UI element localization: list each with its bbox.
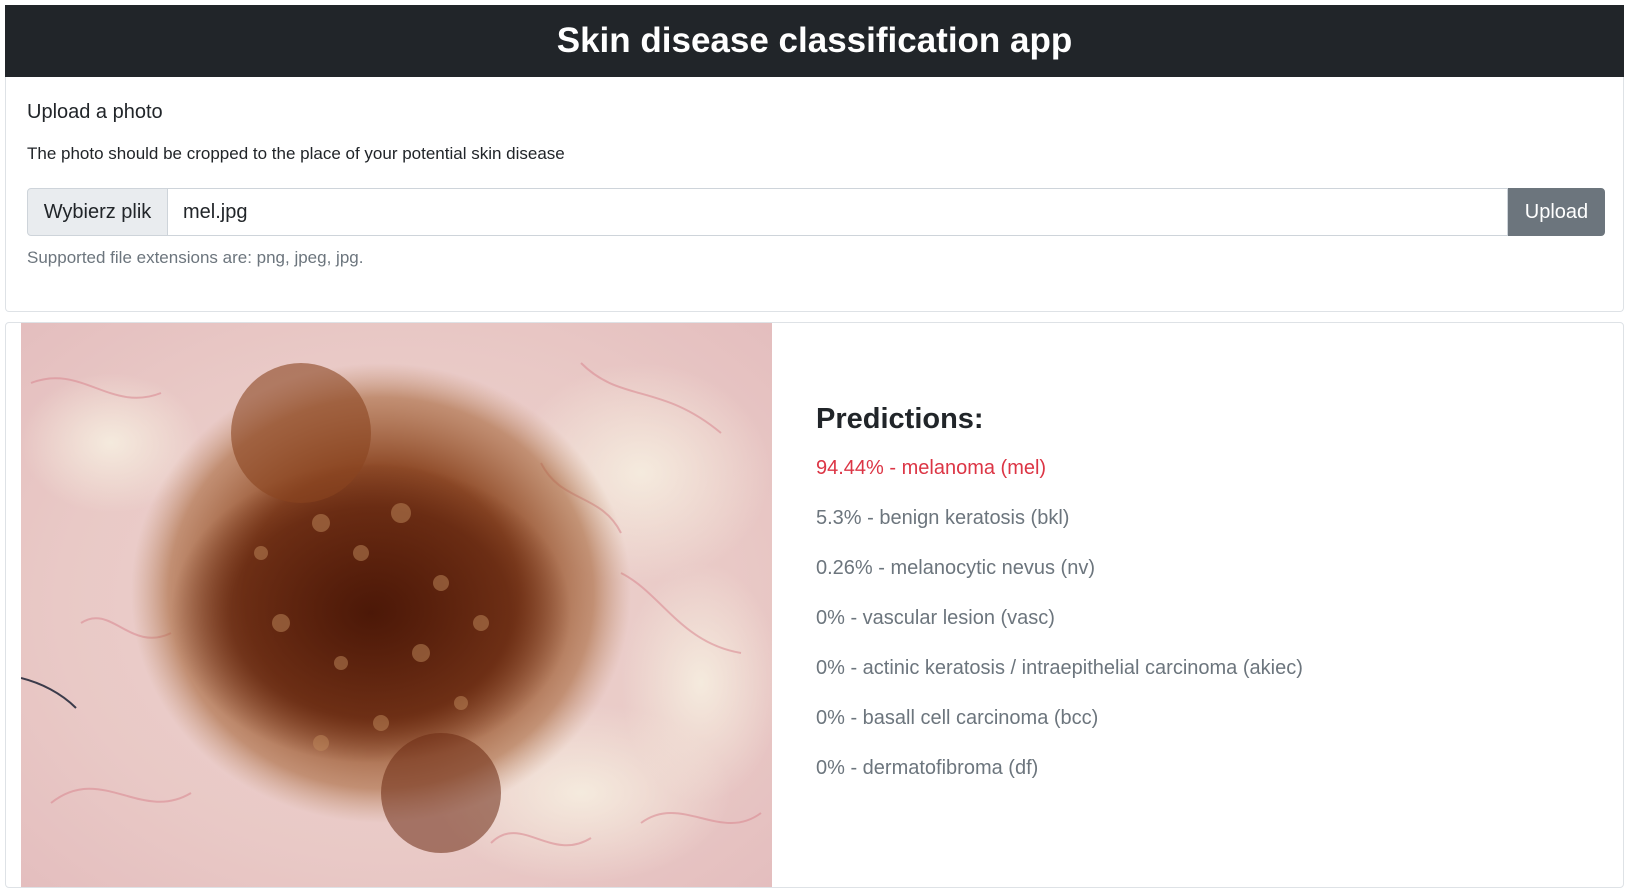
file-input-group: Wybierz plik mel.jpg Upload bbox=[27, 188, 1605, 236]
upload-title: Upload a photo bbox=[27, 101, 163, 123]
prediction-item: 0% - dermatofibroma (df) bbox=[816, 757, 1039, 779]
uploaded-lesion-image bbox=[21, 323, 772, 887]
prediction-item: 94.44% - melanoma (mel) bbox=[816, 457, 1047, 479]
choose-file-button[interactable]: Wybierz plik bbox=[27, 188, 168, 236]
upload-description: The photo should be cropped to the place… bbox=[27, 144, 565, 163]
result-card: Predictions: 94.44% - melanoma (mel) 5.3… bbox=[5, 322, 1624, 888]
prediction-item: 0% - actinic keratosis / intraepithelial… bbox=[816, 657, 1303, 679]
prediction-item: 0.26% - melanocytic nevus (nv) bbox=[816, 557, 1096, 579]
prediction-item: 0% - vascular lesion (vasc) bbox=[816, 607, 1055, 629]
file-extensions-help: Supported file extensions are: png, jpeg… bbox=[27, 248, 364, 267]
predictions-title: Predictions: bbox=[816, 403, 984, 435]
file-name-field[interactable]: mel.jpg bbox=[168, 188, 1508, 236]
app-header: Skin disease classification app bbox=[5, 5, 1624, 77]
app-title: Skin disease classification app bbox=[556, 21, 1073, 60]
upload-button[interactable]: Upload bbox=[1508, 188, 1605, 236]
predictions-panel: Predictions: 94.44% - melanoma (mel) 5.3… bbox=[816, 403, 1303, 804]
prediction-item: 0% - basall cell carcinoma (bcc) bbox=[816, 707, 1099, 729]
prediction-item: 5.3% - benign keratosis (bkl) bbox=[816, 507, 1070, 529]
upload-card: Upload a photo The photo should be cropp… bbox=[5, 77, 1624, 312]
